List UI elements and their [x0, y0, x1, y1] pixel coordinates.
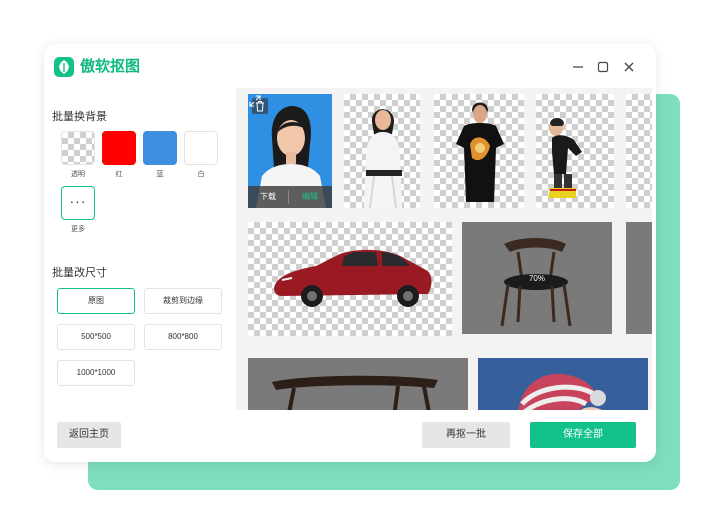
image-tile[interactable] — [478, 358, 648, 410]
woman-white-shirt-image — [364, 109, 402, 208]
size-crop-edge-button[interactable]: 裁剪到边缘 — [144, 288, 222, 314]
expand-icon[interactable] — [248, 94, 262, 108]
footer-bar: 返回主页 再抠一批 保存全部 — [44, 410, 656, 462]
download-button[interactable]: 下载 — [260, 191, 276, 202]
wooden-table-image — [272, 375, 438, 410]
close-icon[interactable] — [622, 60, 636, 74]
swatch-red[interactable] — [102, 131, 136, 165]
bar-divider — [288, 190, 289, 204]
minimize-icon[interactable] — [571, 60, 585, 74]
bg-section-title: 批量换背景 — [52, 111, 107, 123]
edit-button[interactable]: 编辑 — [302, 191, 318, 202]
swatch-label: 透明 — [71, 171, 85, 178]
image-tile[interactable] — [626, 222, 652, 334]
settings-sidebar: 批量换背景 透明 红 蓝 白 ··· 更多 批量改尺寸 原图 裁剪到边缘 500… — [44, 88, 234, 410]
boy-yellow-boots-image — [548, 118, 582, 198]
swatch-label: 蓝 — [156, 171, 164, 178]
size-500-button[interactable]: 500*500 — [57, 324, 135, 350]
maximize-icon[interactable] — [596, 60, 610, 74]
more-colors-label: 更多 — [71, 226, 85, 233]
swatch-white[interactable] — [184, 131, 218, 165]
red-car-image — [274, 249, 432, 307]
image-tile[interactable] — [248, 222, 452, 336]
tile-action-bar: 下载 编辑 — [248, 186, 332, 208]
image-gallery: 下载 编辑 70% — [236, 88, 652, 410]
swatch-blue[interactable] — [143, 131, 177, 165]
size-800-button[interactable]: 800*800 — [144, 324, 222, 350]
image-tile[interactable]: 下载 编辑 — [248, 94, 332, 208]
back-home-button[interactable]: 返回主页 — [57, 422, 121, 448]
swatch-label: 红 — [115, 171, 123, 178]
size-original-button[interactable]: 原图 — [57, 288, 135, 314]
image-tile[interactable] — [248, 358, 468, 410]
man-black-tshirt-image — [456, 102, 504, 202]
image-tile[interactable] — [626, 94, 652, 208]
app-title: 傲软抠图 — [80, 58, 141, 75]
image-tile[interactable] — [344, 94, 420, 208]
image-tile[interactable] — [434, 94, 524, 208]
process-another-batch-button[interactable]: 再抠一批 — [422, 422, 510, 448]
stage: 傲软抠图 批量换背景 透明 红 蓝 白 ··· 更多 批量改尺寸 原图 裁剪到边… — [0, 0, 701, 508]
title-bar: 傲软抠图 — [44, 44, 656, 88]
size-section-title: 批量改尺寸 — [52, 267, 107, 279]
image-tile-processing[interactable]: 70% — [462, 222, 612, 334]
swatch-label: 白 — [197, 171, 205, 178]
swatch-transparent[interactable] — [61, 131, 95, 165]
save-all-button[interactable]: 保存全部 — [530, 422, 636, 448]
size-1000-button[interactable]: 1000*1000 — [57, 360, 135, 386]
app-logo-icon — [54, 57, 74, 77]
image-tile[interactable] — [536, 94, 614, 208]
baby-knit-hat-image — [518, 373, 606, 410]
app-window: 傲软抠图 批量换背景 透明 红 蓝 白 ··· 更多 批量改尺寸 原图 裁剪到边… — [44, 44, 656, 462]
processing-percent: 70% — [528, 274, 545, 283]
more-colors-button[interactable]: ··· — [61, 186, 95, 220]
